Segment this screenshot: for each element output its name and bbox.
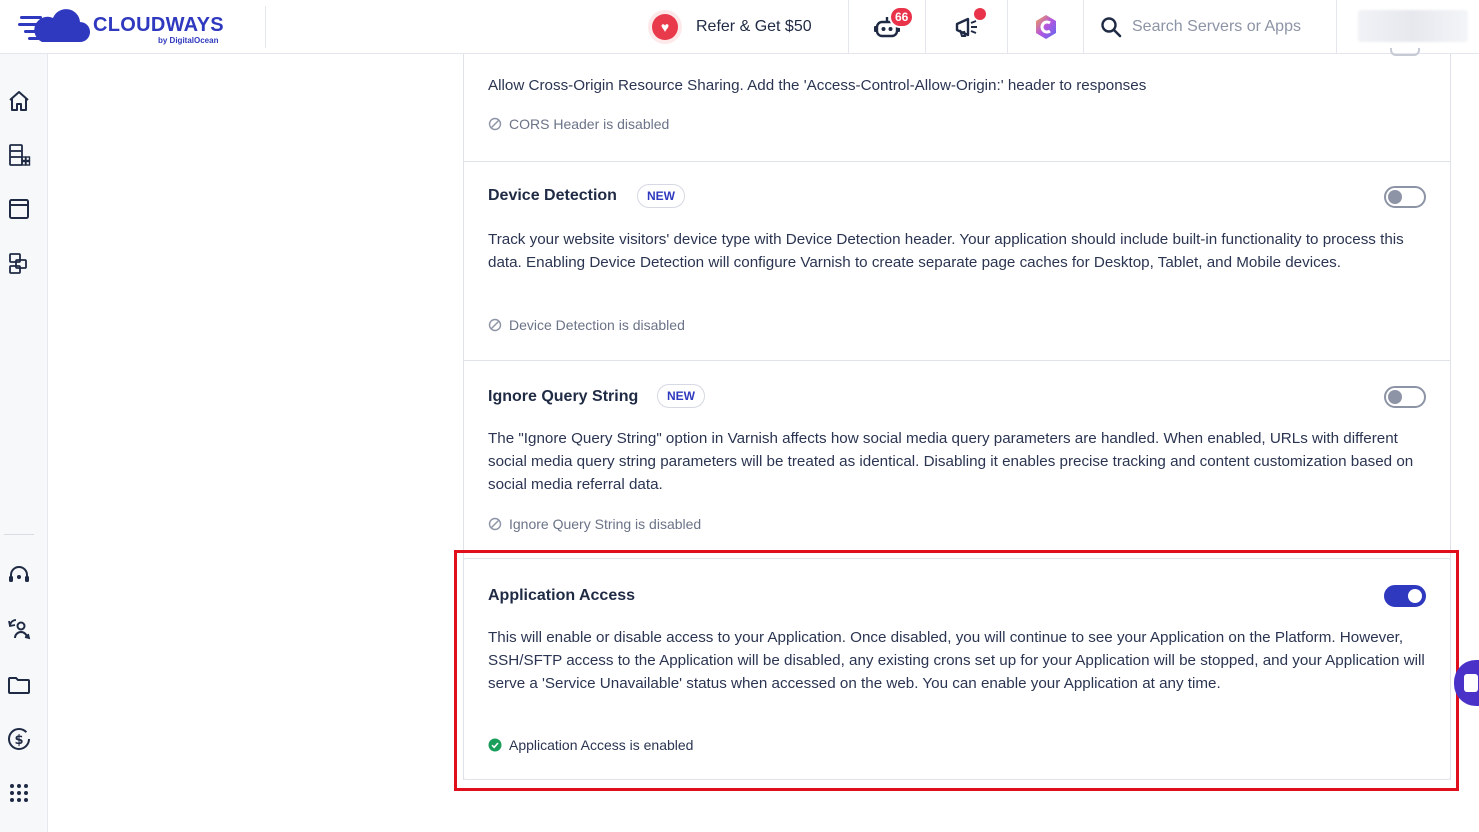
cloudways-logo[interactable]: CLOUDWAYS by DigitalOcean [18, 6, 266, 48]
billing-icon[interactable]: $ [6, 726, 32, 752]
search-icon [1101, 17, 1122, 38]
ignore-query-string-title: Ignore Query String [488, 388, 639, 405]
device-detection-title: Device Detection [488, 187, 617, 204]
cloud-logo-icon [18, 9, 90, 43]
highlight-box [454, 550, 1459, 791]
team-icon[interactable] [6, 616, 32, 642]
search-input[interactable] [1132, 18, 1332, 36]
ignore-query-string-toggle[interactable] [1384, 386, 1426, 408]
files-icon[interactable] [6, 672, 32, 698]
chat-icon [1464, 674, 1478, 692]
projects-icon[interactable] [6, 250, 32, 276]
ignore-query-string-status: Ignore Query String is disabled [488, 516, 701, 532]
ignore-query-string-desc: The "Ignore Query String" option in Varn… [488, 430, 1414, 493]
svg-text:$: $ [14, 733, 23, 748]
announcement-dot [974, 8, 986, 20]
brand-name: CLOUDWAYS [93, 14, 224, 36]
user-avatar[interactable] [1358, 10, 1468, 42]
section-ignore-query-string: Ignore Query String NEW The "Ignore Quer… [464, 361, 1450, 560]
device-detection-status: Device Detection is disabled [488, 317, 685, 333]
notification-badge: 66 [889, 6, 915, 28]
applications-icon[interactable] [6, 196, 32, 222]
copilot-button[interactable] [1008, 0, 1084, 54]
brand-sub: by DigitalOcean [158, 36, 219, 45]
heart-icon: ♥ [648, 10, 682, 44]
disabled-icon [488, 517, 502, 531]
disabled-icon [488, 318, 502, 332]
top-bar: CLOUDWAYS by DigitalOcean ♥ Refer & Get … [0, 0, 1479, 54]
device-detection-desc: Track your website visitors' device type… [488, 231, 1404, 271]
servers-icon[interactable] [6, 142, 32, 168]
cors-status-text: CORS Header is disabled [509, 116, 670, 132]
sidebar: $ [0, 54, 48, 832]
new-badge: NEW [637, 184, 685, 208]
new-badge: NEW [657, 384, 705, 408]
cors-desc: Allow Cross-Origin Resource Sharing. Add… [488, 77, 1147, 94]
section-device-detection: Device Detection NEW Track your website … [464, 162, 1450, 361]
ignore-query-string-status-text: Ignore Query String is disabled [509, 516, 702, 532]
refer-button[interactable]: ♥ Refer & Get $50 [648, 0, 849, 54]
search-bar[interactable] [1084, 0, 1337, 54]
home-icon[interactable] [6, 88, 32, 114]
disabled-icon [488, 117, 502, 131]
bot-button[interactable]: 66 [849, 0, 926, 54]
refer-label: Refer & Get $50 [696, 18, 812, 35]
copilot-icon [1035, 15, 1056, 39]
cors-toggle[interactable] [1390, 48, 1420, 56]
sidebar-divider [4, 534, 34, 535]
apps-grid-icon[interactable] [6, 780, 32, 806]
section-cors: Allow Cross-Origin Resource Sharing. Add… [464, 48, 1450, 162]
device-detection-toggle[interactable] [1384, 186, 1426, 208]
cors-status: CORS Header is disabled [488, 116, 669, 132]
device-detection-status-text: Device Detection is disabled [509, 317, 685, 333]
announcements-button[interactable] [926, 0, 1008, 54]
support-icon[interactable] [6, 562, 32, 588]
